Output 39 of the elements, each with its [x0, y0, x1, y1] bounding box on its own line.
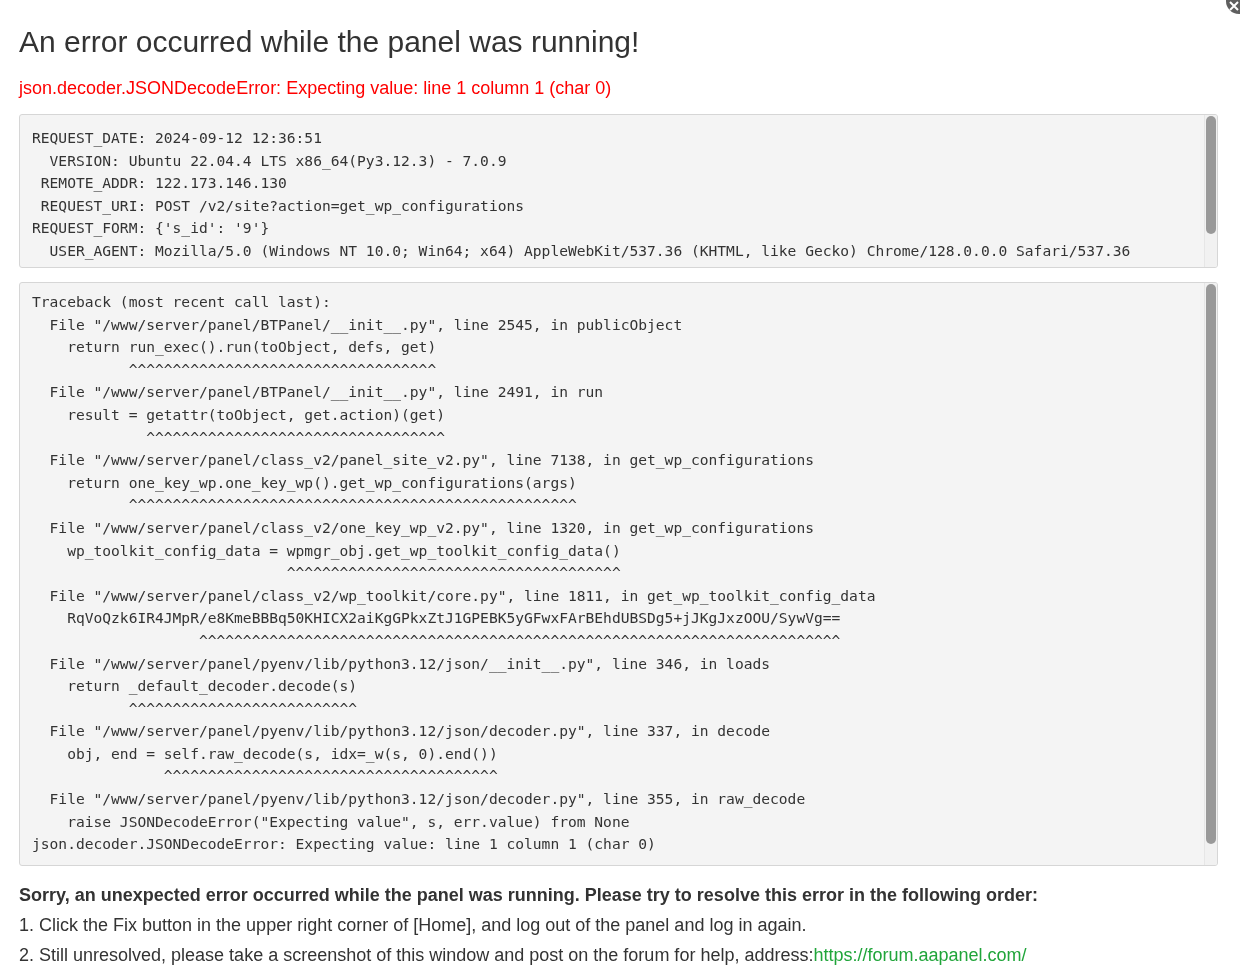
help-step: 1. Click the Fix button in the upper right corner of [Home], and log out of the panel and log in again.	[19, 916, 807, 935]
help-heading: Sorry, an unexpected error occurred while the panel was running. Please try to resolve this error in the following order:	[19, 886, 1038, 905]
code-line: obj, end = self.raw_decode(s, idx=_w(s, 0).end())	[66, 743, 498, 765]
code-line: return run_exec().run(toObject, defs, get)	[66, 337, 437, 358]
code-line: ^^^^^^^^^^^^^^^^^^^^^^^^^^^^^^^^^^	[145, 427, 445, 448]
code-line: REQUEST_FORM: {'s_id': '9'}	[32, 218, 270, 239]
code-line: File "/www/server/panel/pyenv/lib/python3.12/json/decoder.py", line 355, in raw_decode	[48, 789, 806, 810]
forum-link[interactable]: https://forum.aapanel.com/	[813, 945, 1027, 965]
code-line: File "/www/server/panel/BTPanel/__init__.py", line 2545, in publicObject	[48, 314, 683, 336]
help-step: 2. Still unresolved, please take a screenshot of this window and post on the forum for help, address:https://forum.aapanel.com/	[19, 946, 1027, 965]
code-line: File "/www/server/panel/class_v2/wp_toolkit/core.py", line 1811, in get_wp_toolkit_config_data	[48, 585, 876, 607]
code-line: json.decoder.JSONDecodeError: Expecting value: line 1 column 1 (char 0)	[32, 834, 656, 855]
code-line: USER_AGENT: Mozilla/5.0 (Windows NT 10.0; Win64; x64) AppleWebKit/537.36 (KHTML, like Gecko) Chrome/128.0.0.0 Safari/537.36	[48, 240, 1131, 262]
code-line: File "/www/server/panel/pyenv/lib/python3.12/json/__init__.py", line 346, in loads	[48, 653, 771, 675]
code-line: wp_toolkit_config_data = wpmgr_obj.get_wp_toolkit_config_data()	[66, 540, 621, 562]
code-line: return one_key_wp.one_key_wp().get_wp_configurations(args)	[66, 472, 577, 494]
code-line: ^^^^^^^^^^^^^^^^^^^^^^^^^^^^^^^^^^^^^^^^^^^^^^^^^^^	[127, 495, 577, 516]
code-line: VERSION: Ubuntu 22.04.4 LTS x86_64(Py3.12.3) - 7.0.9	[48, 150, 507, 172]
code-line: ^^^^^^^^^^^^^^^^^^^^^^^^^^^^^^^^^^^	[127, 359, 437, 380]
code-line: ^^^^^^^^^^^^^^^^^^^^^^^^^^^^^^^^^^^^^^^^^^^^^^^^^^^^^^^^^^^^^^^^^^^^^^^^^	[197, 630, 841, 651]
code-line: File "/www/server/panel/BTPanel/__init__.py", line 2491, in run	[48, 382, 604, 403]
code-line: File "/www/server/panel/pyenv/lib/python3.12/json/decoder.py", line 337, in decode	[48, 721, 771, 742]
code-line: REMOTE_ADDR: 122.173.146.130	[39, 173, 287, 194]
code-line: ^^^^^^^^^^^^^^^^^^^^^^^^^^	[127, 698, 358, 719]
scrollbar[interactable]	[1204, 115, 1217, 267]
code-line: ^^^^^^^^^^^^^^^^^^^^^^^^^^^^^^^^^^^^^^	[285, 563, 621, 584]
code-line: REQUEST_URI: POST /v2/site?action=get_wp_configurations	[39, 195, 525, 217]
code-line: result = getattr(toObject, get.action)(get)	[66, 404, 445, 425]
code-line: Traceback (most recent call last):	[32, 292, 331, 312]
code-line: File "/www/server/panel/class_v2/panel_site_v2.py", line 7138, in get_wp_configurations	[48, 450, 814, 471]
code-line: REQUEST_DATE: 2024-09-12 12:36:51	[32, 128, 322, 149]
scrollbar[interactable]	[1204, 283, 1217, 865]
code-line: raise JSONDecodeError("Expecting value", s, err.value) from None	[66, 811, 630, 832]
page-title: An error occurred while the panel was running!	[19, 24, 640, 60]
code-line: return _default_decoder.decode(s)	[66, 676, 358, 697]
error-message: json.decoder.JSONDecodeError: Expecting value: line 1 column 1 (char 0)	[19, 77, 612, 100]
code-line: RqVoQzk6IR4JMpR/e8KmeBBBq50KHICX2aiKgGPkxZtJ1GPEBK5yGFwxFArBEhdUBSDg5+jJKgJxzOOU/SywVg==	[66, 608, 841, 629]
code-line: File "/www/server/panel/class_v2/one_key_wp_v2.py", line 1320, in get_wp_configurations	[48, 517, 814, 539]
code-line: ^^^^^^^^^^^^^^^^^^^^^^^^^^^^^^^^^^^^^^	[162, 766, 498, 787]
